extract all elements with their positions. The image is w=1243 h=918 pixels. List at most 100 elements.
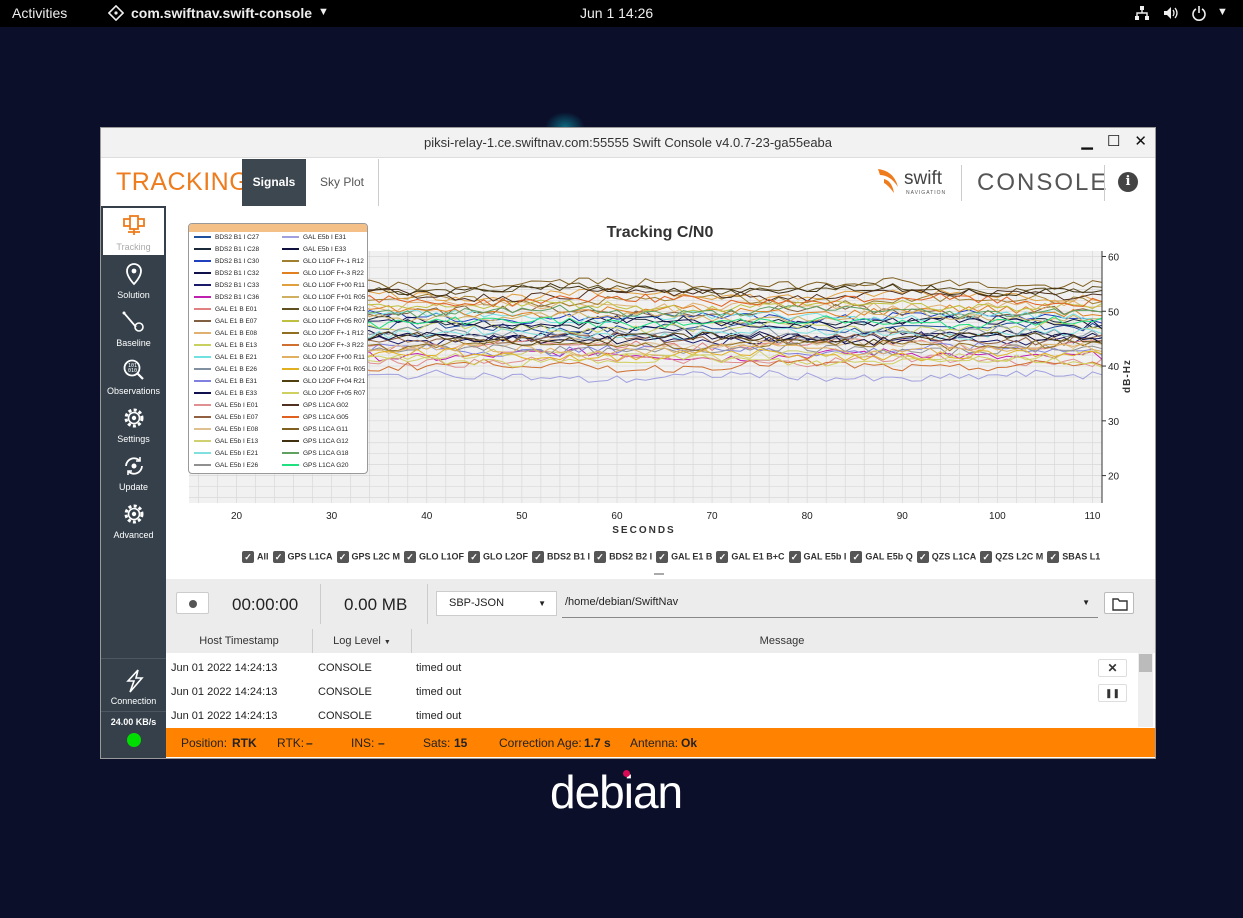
- table-row[interactable]: Jun 01 2022 14:24:13 CONSOLE timed out: [166, 704, 1136, 728]
- log-scrollbar[interactable]: [1138, 653, 1153, 727]
- filter-checkbox[interactable]: ✓ SBAS L1: [1047, 551, 1100, 563]
- location-pin-icon: [126, 263, 142, 286]
- clear-log-button[interactable]: ✕: [1098, 659, 1127, 677]
- legend-swatch: [282, 308, 299, 311]
- y-tick-label: 40: [1108, 362, 1120, 373]
- checkbox-icon[interactable]: ✓: [980, 551, 993, 563]
- checkbox-icon[interactable]: ✓: [272, 551, 285, 563]
- legend-label: BDS2 B1 I C36: [215, 294, 260, 301]
- info-icon[interactable]: i: [1118, 172, 1138, 192]
- record-button[interactable]: [176, 592, 209, 614]
- column-message[interactable]: Message: [412, 629, 1152, 653]
- chart-title: Tracking C/N0: [607, 224, 714, 241]
- sidebar: Tracking Solution Baseline 101 010 Observ…: [101, 206, 166, 758]
- x-tick-label: 50: [516, 511, 528, 522]
- filter-checkbox[interactable]: ✓ BDS2 B1 I: [532, 551, 590, 563]
- filter-checkbox[interactable]: ✓ QZS L1CA: [916, 551, 976, 563]
- filter-checkbox[interactable]: ✓ GPS L2C M: [336, 551, 401, 563]
- app-menu-label[interactable]: com.swiftnav.swift-console: [131, 5, 312, 21]
- sidebar-item-label: Advanced: [113, 530, 154, 540]
- legend-label: GAL E1 B E31: [215, 378, 258, 385]
- filter-label: BDS2 B2 I: [609, 551, 653, 562]
- sidebar-item-observations[interactable]: 101 010 Observations: [103, 352, 164, 399]
- column-log-level[interactable]: Log Level ▼: [313, 629, 412, 653]
- sidebar-item-update[interactable]: Update: [103, 448, 164, 495]
- legend-swatch: [282, 380, 299, 383]
- legend-item: GAL E5b I E07: [194, 414, 258, 421]
- checkbox-icon[interactable]: ✓: [594, 551, 607, 563]
- rtk-value: –: [306, 736, 313, 750]
- clock[interactable]: Jun 1 14:26: [580, 5, 653, 21]
- filter-checkbox[interactable]: ✓ GLO L1OF: [404, 551, 464, 563]
- volume-icon[interactable]: [1163, 5, 1179, 24]
- filter-checkbox[interactable]: ✓ GAL E1 B: [656, 551, 712, 563]
- baseline-icon: [122, 311, 144, 332]
- legend-swatch: [194, 344, 211, 347]
- legend-item: GPS L1CA G02: [282, 402, 349, 409]
- legend-item: GAL E5b I E31: [282, 234, 346, 241]
- checkbox-icon[interactable]: ✓: [1047, 551, 1060, 563]
- sidebar-item-tracking[interactable]: Tracking: [103, 208, 164, 255]
- sidebar-item-settings[interactable]: Settings: [103, 400, 164, 447]
- power-icon[interactable]: [1191, 5, 1207, 24]
- legend-label: GLO L2OF F+01 R05: [303, 366, 366, 373]
- pause-log-button[interactable]: ❚❚: [1098, 684, 1127, 702]
- maximize-icon[interactable]: ☐: [1107, 134, 1120, 150]
- legend-item: GAL E1 B E21: [194, 354, 257, 361]
- filter-label: GPS L2C M: [351, 551, 401, 562]
- legend-item: GLO L2OF F+04 R21: [282, 378, 365, 385]
- filter-checkbox[interactable]: ✓ All: [242, 551, 269, 563]
- checkbox-icon[interactable]: ✓: [916, 551, 929, 563]
- minimize-icon[interactable]: ▁: [1081, 134, 1093, 150]
- legend-swatch: [194, 440, 211, 443]
- divider: [101, 658, 166, 659]
- tab-signals[interactable]: Signals: [242, 159, 306, 206]
- legend-label: GLO L2OF F+-1 R12: [303, 330, 364, 337]
- activities-button[interactable]: Activities: [12, 5, 67, 21]
- app-menu-chevron-down-icon[interactable]: ▼: [318, 6, 329, 18]
- table-row[interactable]: Jun 01 2022 14:24:13 CONSOLE timed out: [166, 656, 1136, 680]
- checkbox-icon[interactable]: ✓: [788, 551, 801, 563]
- legend-label: GAL E1 B E21: [215, 354, 258, 361]
- filter-checkbox[interactable]: ✓ BDS2 B2 I: [594, 551, 652, 563]
- row-timestamp: Jun 01 2022 14:24:13: [171, 662, 278, 674]
- filter-checkbox[interactable]: ✓ GLO L2OF: [468, 551, 528, 563]
- format-select[interactable]: SBP-JSON ▼: [436, 591, 557, 616]
- checkbox-icon[interactable]: ✓: [716, 551, 729, 563]
- table-row[interactable]: Jun 01 2022 14:24:13 CONSOLE timed out: [166, 680, 1136, 704]
- scrollbar-thumb[interactable]: [1139, 654, 1152, 672]
- sidebar-item-solution[interactable]: Solution: [103, 256, 164, 303]
- log-path-input[interactable]: /home/debian/SwiftNav ▼: [562, 591, 1098, 618]
- connection-button[interactable]: Connection: [103, 662, 164, 709]
- close-icon[interactable]: ✕: [1134, 134, 1147, 150]
- column-host-timestamp[interactable]: Host Timestamp: [166, 629, 313, 653]
- legend-item: GPS L1CA G18: [282, 450, 349, 457]
- filter-checkbox[interactable]: ✓ QZS L2C M: [980, 551, 1043, 563]
- folder-button[interactable]: [1104, 592, 1134, 614]
- checkbox-icon[interactable]: ✓: [336, 551, 349, 563]
- app-menu-icon[interactable]: [107, 4, 125, 24]
- filter-checkbox[interactable]: ✓ GPS L1CA: [272, 551, 333, 563]
- data-rate: 24.00 KB/s: [110, 717, 157, 727]
- sidebar-item-advanced[interactable]: Advanced: [103, 496, 164, 543]
- network-icon[interactable]: [1134, 5, 1150, 24]
- checkbox-icon[interactable]: ✓: [850, 551, 863, 563]
- sidebar-item-baseline[interactable]: Baseline: [103, 304, 164, 351]
- tab-sky-plot[interactable]: Sky Plot: [306, 159, 378, 206]
- filter-checkbox[interactable]: ✓ GAL E5b I: [788, 551, 846, 563]
- resize-handle[interactable]: [654, 573, 664, 575]
- chevron-down-icon[interactable]: ▼: [1082, 591, 1090, 614]
- checkbox-icon[interactable]: ✓: [404, 551, 417, 563]
- legend-swatch: [194, 248, 211, 251]
- system-menu-chevron-down-icon[interactable]: ▼: [1217, 6, 1228, 18]
- window-titlebar[interactable]: piksi-relay-1.ce.swiftnav.com:55555 Swif…: [101, 128, 1155, 158]
- checkbox-icon[interactable]: ✓: [468, 551, 481, 563]
- legend-label: GLO L1OF F+04 R21: [303, 306, 366, 313]
- legend-swatch: [194, 236, 211, 239]
- filter-checkbox[interactable]: ✓ GAL E1 B+C: [716, 551, 785, 563]
- checkbox-icon[interactable]: ✓: [242, 551, 254, 563]
- checkbox-icon[interactable]: ✓: [532, 551, 545, 563]
- legend-item: GAL E1 B E31: [194, 378, 257, 385]
- checkbox-icon[interactable]: ✓: [656, 551, 669, 563]
- filter-checkbox[interactable]: ✓ GAL E5b Q: [850, 551, 913, 563]
